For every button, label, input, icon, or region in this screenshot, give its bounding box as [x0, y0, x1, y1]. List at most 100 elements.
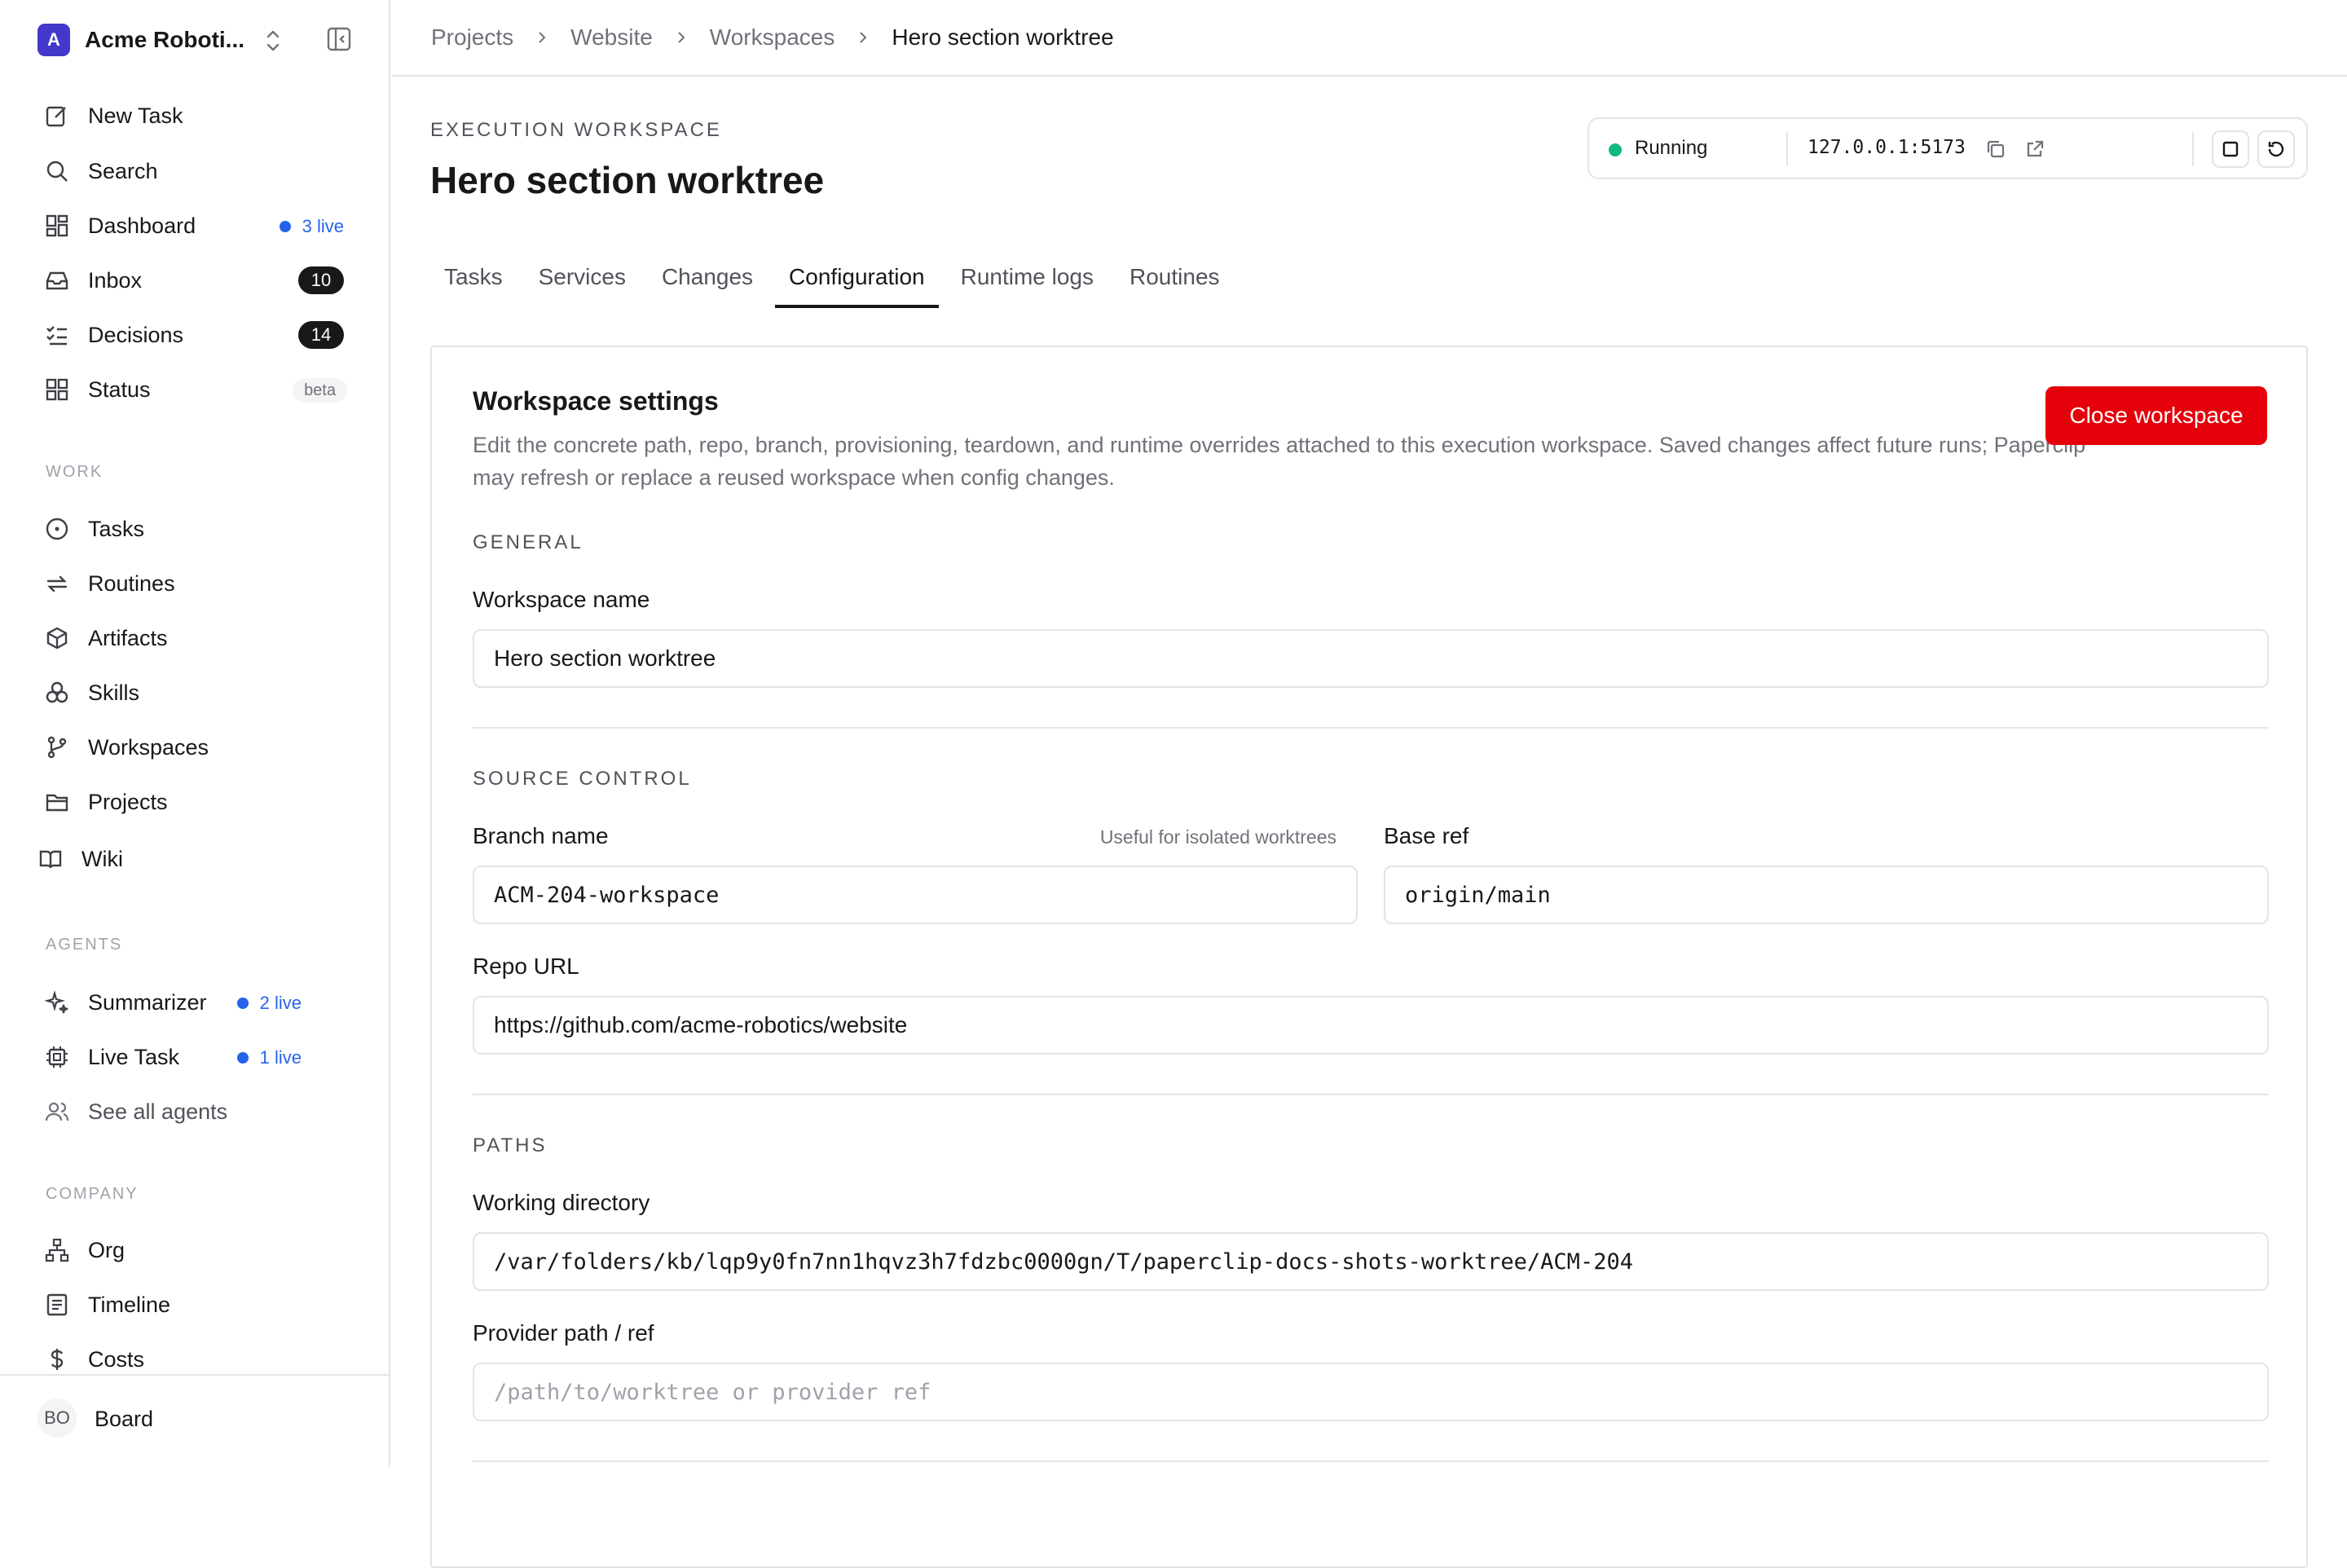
nav-inbox[interactable]: Inbox 10 — [44, 261, 347, 300]
base-ref-input[interactable]: origin/main — [1384, 865, 2269, 924]
nav-timeline[interactable]: Timeline — [44, 1285, 347, 1324]
company-switcher[interactable]: A Acme Roboti... — [37, 21, 244, 59]
workspace-name-label: Workspace name — [473, 587, 650, 612]
breadcrumb-website[interactable]: Website — [570, 24, 653, 51]
source-control-heading: SOURCE CONTROL — [473, 768, 692, 790]
nav-wiki[interactable]: Wiki — [37, 839, 341, 879]
dollar-icon — [44, 1346, 70, 1372]
tab-routines[interactable]: Routines — [1116, 258, 1234, 308]
nav-agent-summarizer[interactable]: Summarizer 2 live — [44, 983, 347, 1022]
tab-configuration[interactable]: Configuration — [775, 258, 939, 308]
stop-button[interactable] — [2212, 130, 2249, 168]
decisions-count-badge: 14 — [298, 321, 344, 349]
dashboard-live-count: 3 live — [302, 216, 344, 236]
agents-section-heading: AGENTS — [46, 936, 123, 954]
runtime-status-label: Running — [1635, 137, 1708, 159]
repeat-icon — [44, 570, 70, 597]
nav-projects-label: Projects — [88, 789, 168, 814]
user-footer[interactable]: BO Board — [0, 1374, 390, 1467]
working-directory-label: Working directory — [473, 1190, 650, 1215]
company-section-heading: COMPANY — [46, 1185, 139, 1203]
edit-icon — [44, 103, 70, 129]
stop-icon — [2222, 141, 2239, 157]
nav-org-label: Org — [88, 1237, 125, 1262]
user-name: Board — [95, 1407, 154, 1431]
copy-icon[interactable] — [1985, 139, 2006, 160]
general-heading: GENERAL — [473, 531, 583, 553]
nav-inbox-label: Inbox — [88, 267, 143, 293]
nav-artifacts-label: Artifacts — [88, 625, 168, 650]
nav-timeline-label: Timeline — [88, 1292, 171, 1317]
inbox-icon — [44, 267, 70, 293]
list-icon — [44, 1292, 70, 1318]
nav-search[interactable]: Search — [44, 152, 347, 191]
close-workspace-button[interactable]: Close workspace — [2045, 386, 2267, 445]
topbar: Projects Website Workspaces Hero section… — [392, 0, 2347, 77]
nav-costs-label: Costs — [88, 1346, 145, 1372]
branch-name-hint: Useful for isolated worktrees — [1099, 826, 1336, 848]
nav-agent-live-task[interactable]: Live Task 1 live — [44, 1037, 347, 1077]
nav-skills[interactable]: Skills — [44, 673, 347, 712]
nav-see-all-agents[interactable]: See all agents — [44, 1092, 347, 1131]
live-task-live-count: 1 live — [259, 1047, 302, 1068]
nav-dashboard-label: Dashboard — [88, 213, 196, 238]
tab-runtime-logs[interactable]: Runtime logs — [947, 258, 1107, 308]
workspace-name-input[interactable]: Hero section worktree — [473, 629, 2269, 688]
dashboard-live-indicator: 3 live — [279, 216, 344, 237]
live-dot — [236, 1052, 249, 1064]
live-task-live-indicator: 1 live — [236, 1047, 302, 1068]
chevron-right-icon — [539, 32, 546, 43]
workspace-tabs: Tasks Services Changes Configuration Run… — [430, 258, 1242, 308]
sidebar: A Acme Roboti... New Task Search Dashboa… — [0, 0, 390, 1467]
base-ref-label: Base ref — [1384, 823, 1469, 848]
breadcrumb-workspaces[interactable]: Workspaces — [710, 24, 835, 51]
restart-button[interactable] — [2257, 130, 2295, 168]
boxes-icon — [44, 680, 70, 706]
divider — [1786, 132, 1788, 166]
search-icon — [44, 158, 70, 184]
nav-new-task[interactable]: New Task — [44, 96, 347, 135]
chevron-up-down-icon[interactable] — [261, 24, 285, 57]
sparkles-icon — [44, 989, 70, 1015]
tab-changes[interactable]: Changes — [648, 258, 767, 308]
tab-services[interactable]: Services — [525, 258, 640, 308]
nav-org[interactable]: Org — [44, 1231, 347, 1270]
restart-icon — [2268, 141, 2284, 157]
breadcrumb-projects[interactable]: Projects — [431, 24, 513, 51]
working-directory-input[interactable]: /var/folders/kb/lqp9y0fn7nn1hqvz3h7fdzbc… — [473, 1232, 2269, 1291]
tab-tasks[interactable]: Tasks — [430, 258, 517, 308]
nav-artifacts[interactable]: Artifacts — [44, 619, 347, 658]
nav-search-label: Search — [88, 158, 158, 183]
checklist-icon — [44, 322, 70, 348]
nav-routines[interactable]: Routines — [44, 564, 347, 603]
settings-description: Edit the concrete path, repo, branch, pr… — [473, 433, 2086, 490]
breadcrumb-current: Hero section worktree — [892, 24, 1114, 50]
page-eyebrow: EXECUTION WORKSPACE — [430, 119, 722, 141]
provider-path-input[interactable]: /path/to/worktree or provider ref — [473, 1363, 2269, 1421]
nav-costs[interactable]: Costs — [44, 1340, 347, 1379]
nav-workspaces[interactable]: Workspaces — [44, 728, 347, 767]
divider — [2192, 132, 2194, 166]
collapse-sidebar-icon[interactable] — [326, 26, 352, 52]
nav-tasks[interactable]: Tasks — [44, 509, 347, 548]
org-chart-icon — [44, 1237, 70, 1263]
nav-see-all-agents-label: See all agents — [88, 1099, 228, 1124]
branch-name-input[interactable]: ACM-204-workspace — [473, 865, 1358, 924]
repo-url-input[interactable]: https://github.com/acme-robotics/website — [473, 996, 2269, 1055]
nav-skills-label: Skills — [88, 680, 140, 705]
nav-new-task-label: New Task — [88, 103, 183, 128]
avatar: BO — [37, 1398, 77, 1438]
nav-projects[interactable]: Projects — [44, 782, 347, 821]
provider-path-label: Provider path / ref — [473, 1320, 654, 1346]
git-branch-icon — [44, 734, 70, 760]
branch-name-label: Branch name — [473, 823, 609, 848]
nav-decisions[interactable]: Decisions 14 — [44, 315, 347, 355]
nav-status[interactable]: Status beta — [44, 370, 347, 409]
beta-badge: beta — [293, 378, 347, 403]
runtime-status-bar: Running 127.0.0.1:5173 — [1587, 117, 2308, 179]
company-logo: A — [37, 24, 70, 56]
nav-dashboard[interactable]: Dashboard 3 live — [44, 206, 347, 245]
nav-status-label: Status — [88, 377, 151, 402]
chevron-right-icon — [860, 32, 867, 43]
external-link-icon[interactable] — [2024, 139, 2045, 160]
